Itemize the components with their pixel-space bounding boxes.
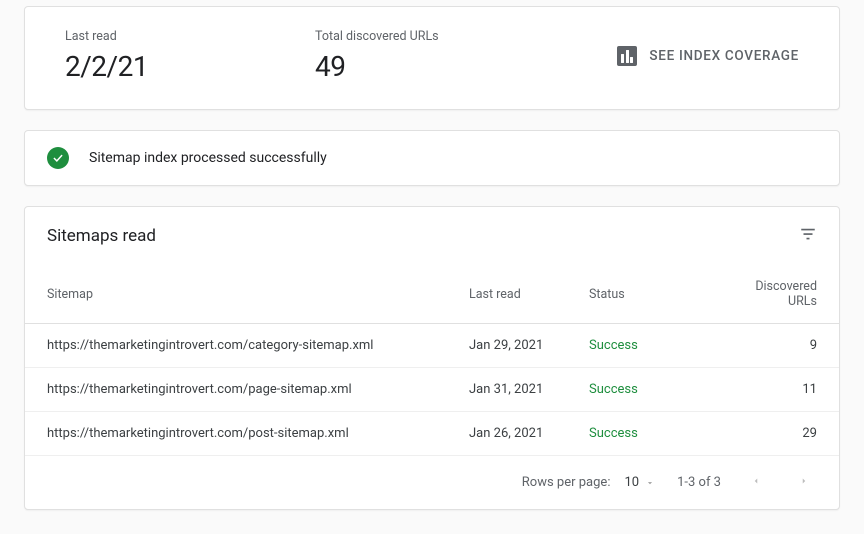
filter-icon[interactable] [799, 225, 817, 247]
chevron-left-icon [751, 474, 761, 488]
total-urls-label: Total discovered URLs [315, 29, 565, 44]
status-cell: Success [589, 324, 709, 368]
table-row[interactable]: https://themarketingintrovert.com/page-s… [25, 368, 839, 412]
last-read-label: Last read [65, 29, 315, 44]
see-index-coverage-button[interactable]: SEE INDEX COVERAGE [605, 38, 811, 74]
last-read-metric: Last read 2/2/21 [65, 29, 315, 83]
last-read-cell: Jan 29, 2021 [469, 324, 589, 368]
sitemap-url: https://themarketingintrovert.com/page-s… [25, 368, 469, 412]
rows-per-page-value: 10 [624, 475, 639, 490]
table-row[interactable]: https://themarketingintrovert.com/catego… [25, 324, 839, 368]
col-lastread-header[interactable]: Last read [469, 265, 589, 324]
bar-chart-icon [617, 46, 637, 66]
sitemap-url: https://themarketingintrovert.com/post-s… [25, 412, 469, 456]
next-page-button[interactable] [791, 468, 817, 497]
rows-per-page-select[interactable]: 10 [624, 475, 655, 490]
discovered-cell: 9 [709, 324, 839, 368]
total-urls-value: 49 [315, 50, 565, 83]
chevron-right-icon [799, 474, 809, 488]
discovered-cell: 11 [709, 368, 839, 412]
col-discovered-header[interactable]: Discovered URLs [709, 265, 839, 324]
last-read-cell: Jan 26, 2021 [469, 412, 589, 456]
rows-per-page-label: Rows per page: [522, 475, 611, 490]
last-read-value: 2/2/21 [65, 50, 315, 83]
status-bar: Sitemap index processed successfully [24, 130, 840, 186]
chevron-down-icon [645, 478, 655, 488]
last-read-cell: Jan 31, 2021 [469, 368, 589, 412]
col-status-header[interactable]: Status [589, 265, 709, 324]
success-check-icon [47, 147, 69, 169]
prev-page-button[interactable] [743, 468, 769, 497]
page-range: 1-3 of 3 [677, 475, 721, 490]
status-cell: Success [589, 368, 709, 412]
sitemap-url: https://themarketingintrovert.com/catego… [25, 324, 469, 368]
sitemaps-table-card: Sitemaps read Sitemap Last read Status D… [24, 206, 840, 510]
status-cell: Success [589, 412, 709, 456]
discovered-cell: 29 [709, 412, 839, 456]
sitemaps-table: Sitemap Last read Status Discovered URLs… [25, 265, 839, 456]
total-urls-metric: Total discovered URLs 49 [315, 29, 565, 83]
table-pagination: Rows per page: 10 1-3 of 3 [25, 456, 839, 509]
see-index-coverage-label: SEE INDEX COVERAGE [649, 48, 799, 64]
status-message: Sitemap index processed successfully [89, 150, 327, 166]
col-sitemap-header[interactable]: Sitemap [25, 265, 469, 324]
table-title: Sitemaps read [47, 226, 156, 246]
summary-card: Last read 2/2/21 Total discovered URLs 4… [24, 6, 840, 110]
table-row[interactable]: https://themarketingintrovert.com/post-s… [25, 412, 839, 456]
